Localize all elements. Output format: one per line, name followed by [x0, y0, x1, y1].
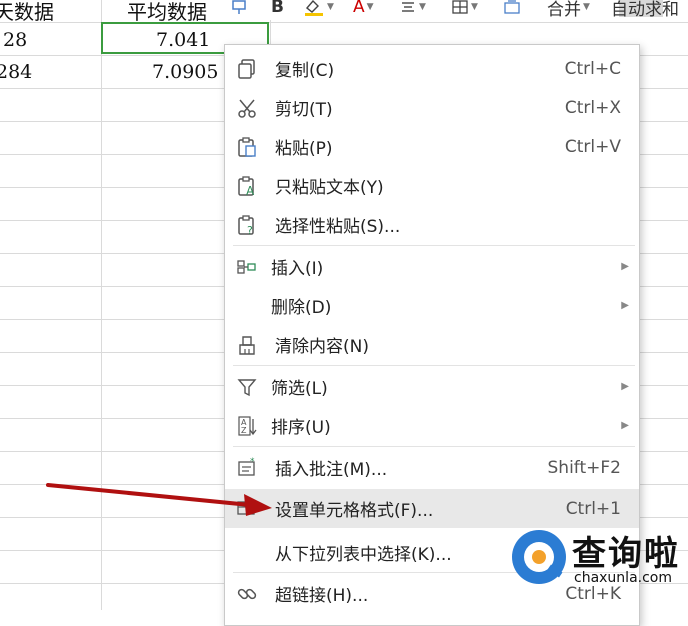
- svg-text:*: *: [250, 457, 255, 467]
- menu-item-paste-special[interactable]: ? 选择性粘贴(S)...: [225, 205, 639, 244]
- cell-row1-col1[interactable]: 28: [3, 29, 27, 51]
- menu-item-sort[interactable]: AZ 排序(U) ▶: [225, 406, 639, 445]
- header-cell-col1[interactable]: 天数据: [0, 0, 54, 25]
- menu-separator: [233, 446, 635, 447]
- copy-icon: [235, 57, 259, 81]
- menu-item-label: 排序(U): [271, 418, 331, 438]
- watermark-title: 查询啦: [572, 534, 680, 574]
- menu-item-shortcut: Ctrl+C: [564, 58, 621, 79]
- svg-text:Z: Z: [241, 426, 247, 435]
- watermark-logo: 查询啦 chaxunla.com: [508, 520, 686, 608]
- submenu-arrow-icon: ▶: [621, 300, 629, 311]
- menu-item-label: 选择性粘贴(S)...: [275, 217, 401, 237]
- submenu-arrow-icon: ▶: [621, 381, 629, 392]
- menu-item-paste[interactable]: 粘贴(P) Ctrl+V: [225, 127, 639, 166]
- menu-item-label: 从下拉列表中选择(K)...: [275, 545, 452, 565]
- wrap-cells-icon[interactable]: [503, 0, 521, 18]
- menu-item-insert[interactable]: 插入(I) ▶: [225, 247, 639, 286]
- menu-item-filter[interactable]: 筛选(L) ▶: [225, 367, 639, 406]
- grid-line: [101, 0, 102, 610]
- chevron-down-icon: ▼: [327, 2, 334, 12]
- font-color-button[interactable]: A ▼: [353, 0, 374, 18]
- bold-button[interactable]: B: [271, 0, 284, 18]
- menu-item-label: 删除(D): [271, 298, 332, 318]
- menu-item-clear-contents[interactable]: 清除内容(N): [225, 325, 639, 364]
- toolbar: B ▼ A ▼ ▼ ▼ 合并 ▼ 自动求和: [225, 0, 688, 20]
- filter-icon: [235, 375, 259, 399]
- merge-label: 合并: [547, 0, 581, 20]
- merge-button[interactable]: 合并 ▼: [547, 0, 590, 20]
- menu-item-label: 设置单元格格式(F)...: [275, 501, 434, 521]
- menu-item-copy[interactable]: 复制(C) Ctrl+C: [225, 49, 639, 88]
- font-color-label: A: [353, 0, 365, 17]
- paste-text-icon: A: [235, 174, 259, 198]
- menu-item-insert-comment[interactable]: * 插入批注(M)... Shift+F2: [225, 448, 639, 487]
- menu-item-label: 复制(C): [275, 61, 335, 81]
- cell-row2-col1[interactable]: 284: [0, 61, 32, 83]
- paste-special-icon: ?: [235, 213, 259, 237]
- svg-text:A: A: [246, 184, 255, 197]
- menu-item-label: 只粘贴文本(Y): [275, 178, 384, 198]
- clipboard-icon: [235, 135, 259, 159]
- comment-icon: *: [235, 456, 259, 480]
- menu-item-label: 筛选(L): [271, 379, 328, 399]
- eraser-icon: [235, 333, 259, 357]
- chevron-down-icon: ▼: [419, 2, 426, 12]
- svg-text:?: ?: [247, 224, 253, 236]
- menu-item-label: 清除内容(N): [275, 337, 369, 357]
- menu-separator: [233, 245, 635, 246]
- watermark-url: chaxunla.com: [574, 570, 672, 586]
- menu-item-label: 粘贴(P): [275, 139, 333, 159]
- chevron-down-icon: ▼: [471, 2, 478, 12]
- magnifier-dot: [532, 550, 546, 564]
- align-center-icon[interactable]: ▼: [399, 0, 426, 18]
- autosum-button[interactable]: 自动求和: [611, 0, 679, 20]
- submenu-arrow-icon: ▶: [621, 261, 629, 272]
- sort-icon: AZ: [235, 414, 259, 438]
- chevron-down-icon: ▼: [366, 2, 374, 12]
- chevron-down-icon: ▼: [583, 2, 590, 12]
- format-cells-icon: [235, 497, 259, 521]
- insert-icon: [235, 255, 259, 279]
- menu-item-label: 剪切(T): [275, 100, 333, 120]
- menu-item-label: 插入(I): [271, 259, 324, 279]
- menu-item-shortcut: Ctrl+V: [564, 136, 621, 157]
- menu-item-label: 超链接(H)...: [275, 586, 369, 606]
- menu-item-shortcut: Ctrl+1: [565, 498, 621, 519]
- format-painter-icon[interactable]: [231, 0, 249, 18]
- cell-row2-col2[interactable]: 7.0905: [152, 61, 218, 83]
- menu-item-cut[interactable]: 剪切(T) Ctrl+X: [225, 88, 639, 127]
- submenu-arrow-icon: ▶: [621, 420, 629, 431]
- menu-separator: [233, 365, 635, 366]
- menu-item-shortcut: Ctrl+X: [564, 97, 621, 118]
- link-icon: [235, 582, 259, 606]
- menu-item-label: 插入批注(M)...: [275, 460, 388, 480]
- menu-item-delete[interactable]: 删除(D) ▶: [225, 286, 639, 325]
- border-icon[interactable]: ▼: [451, 0, 478, 18]
- fill-color-icon[interactable]: ▼: [303, 0, 334, 18]
- menu-item-shortcut: Shift+F2: [547, 457, 621, 478]
- scissors-icon: [235, 96, 259, 120]
- menu-item-paste-text-only[interactable]: A 只粘贴文本(Y): [225, 166, 639, 205]
